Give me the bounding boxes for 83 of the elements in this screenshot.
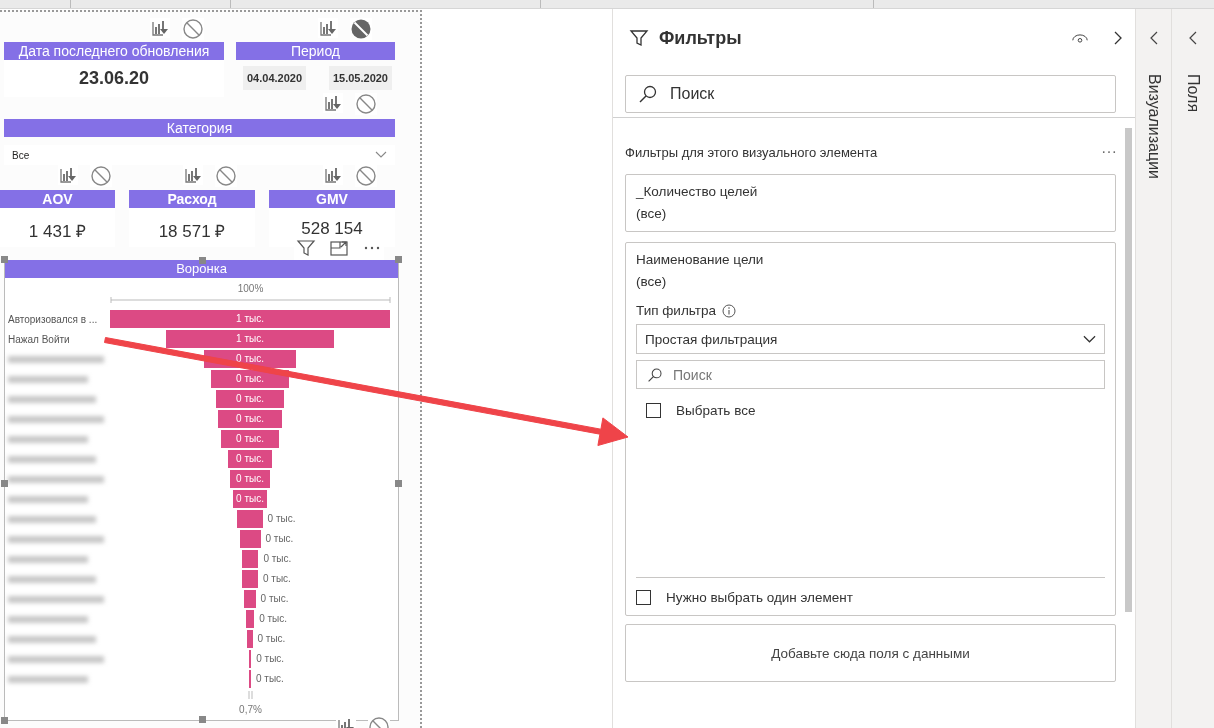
pane-tab[interactable]: Визуализации: [1144, 74, 1163, 180]
section-title: Фильтры для этого визуального элемента: [625, 144, 878, 160]
card-header: GMV: [269, 190, 395, 208]
search-icon: [638, 84, 658, 104]
checkbox-label: Нужно выбрать один элемент: [666, 590, 853, 605]
funnel-bar[interactable]: 1 тыс.: [166, 330, 334, 348]
card-header: AOV: [0, 190, 115, 208]
scale-label: 100%: [237, 283, 264, 294]
search-input[interactable]: Поиск: [670, 85, 1103, 103]
resize-handle[interactable]: [199, 716, 206, 723]
funnel-bar[interactable]: 0 тыс.: [216, 390, 284, 408]
prohibited-icon[interactable]: [182, 18, 204, 40]
funnel-bar[interactable]: 0 тыс.: [217, 410, 283, 428]
funnel-bar[interactable]: [245, 610, 255, 628]
checkbox[interactable]: [646, 403, 661, 418]
prohibited-icon[interactable]: [355, 93, 377, 115]
chevron-left-icon[interactable]: [1148, 30, 1159, 46]
visual-header: Воронка: [5, 260, 398, 278]
data-label: 0 тыс.: [263, 553, 292, 564]
prohibited-icon[interactable]: [215, 165, 237, 187]
resize-handle[interactable]: [395, 480, 402, 487]
pane-tab[interactable]: Поля: [1183, 74, 1202, 113]
date-field[interactable]: 04.04.2020: [243, 66, 307, 90]
funnel-bar[interactable]: [239, 530, 261, 548]
scale-label: 0,7%: [239, 704, 262, 715]
data-label: 0 тыс.: [267, 513, 296, 524]
eye-icon[interactable]: [1071, 31, 1089, 45]
filter-value: (все): [636, 273, 668, 291]
field-label: Тип фильтра: [636, 303, 716, 318]
filter-name: _Количество целей: [636, 183, 759, 201]
data-label: 0 тыс.: [260, 593, 289, 604]
filter-icon: [629, 28, 649, 48]
chevron-down-icon[interactable]: [1083, 335, 1096, 343]
search-icon: [647, 366, 663, 383]
data-label: 0 тыс.: [257, 633, 286, 644]
filter-card[interactable]: Наименование цели (все) Тип фильтра Простая фильтрация Поиск Выбрать все Нужно выбрать один элемент: [625, 242, 1116, 616]
resize-handle[interactable]: [1, 256, 8, 263]
filter-type-dropdown[interactable]: Простая фильтрация: [636, 324, 1105, 354]
card-header: Дата последнего обновления: [4, 42, 224, 60]
scale-line: [248, 690, 253, 700]
filter-icon[interactable]: [296, 238, 316, 258]
resize-handle[interactable]: [1, 480, 8, 487]
chart-filter-icon[interactable]: [323, 93, 343, 113]
funnel-bar[interactable]: 0 тыс.: [220, 430, 280, 448]
category-label: Нажал Войти: [8, 333, 70, 345]
funnel-bar[interactable]: [241, 550, 259, 568]
data-label: 0 тыс.: [262, 573, 291, 584]
resize-handle[interactable]: [1, 717, 8, 724]
filter-card[interactable]: _Количество целей (все): [625, 174, 1116, 232]
funnel-bar[interactable]: 0 тыс.: [233, 490, 267, 508]
scrollbar[interactable]: [1125, 128, 1132, 612]
focus-mode-icon[interactable]: [329, 238, 349, 258]
slicer-header: Категория: [4, 119, 395, 137]
funnel-bar[interactable]: 0 тыс.: [227, 450, 273, 468]
funnel-bar[interactable]: [248, 650, 252, 668]
category-label: Авторизовался в ...: [8, 313, 98, 325]
prohibited-icon[interactable]: [350, 18, 372, 40]
prohibited-icon[interactable]: [90, 165, 112, 187]
search-field[interactable]: Поиск: [625, 75, 1116, 113]
data-label: 0 тыс.: [259, 613, 288, 624]
resize-handle[interactable]: [199, 257, 206, 264]
data-label: 0 тыс.: [256, 653, 285, 664]
search-field[interactable]: Поиск: [636, 360, 1105, 389]
card-header: Расход: [129, 190, 255, 208]
prohibited-icon[interactable]: [355, 165, 377, 187]
info-icon[interactable]: [721, 303, 736, 318]
checkbox[interactable]: [636, 590, 651, 605]
chevron-right-icon[interactable]: [1113, 30, 1123, 46]
pane-title: Фильтры: [659, 27, 742, 49]
checkbox-label: Выбрать все: [676, 403, 756, 418]
chevron-left-icon[interactable]: [1187, 30, 1198, 46]
drop-zone[interactable]: Добавьте сюда поля с данными: [625, 624, 1116, 682]
funnel-bar[interactable]: 0 тыс.: [230, 470, 270, 488]
data-label: 0 тыс.: [255, 673, 284, 684]
filter-value: (все): [636, 205, 668, 223]
resize-handle[interactable]: [395, 256, 402, 263]
data-label: 0 тыс.: [265, 533, 294, 544]
more-icon[interactable]: [1102, 150, 1116, 154]
card-header: Период: [236, 42, 395, 60]
date-field[interactable]: 15.05.2020: [328, 66, 392, 90]
filter-name: Наименование цели: [636, 251, 765, 269]
funnel-bar[interactable]: 1 тыс.: [110, 310, 390, 328]
search-input[interactable]: Поиск: [673, 366, 1094, 383]
